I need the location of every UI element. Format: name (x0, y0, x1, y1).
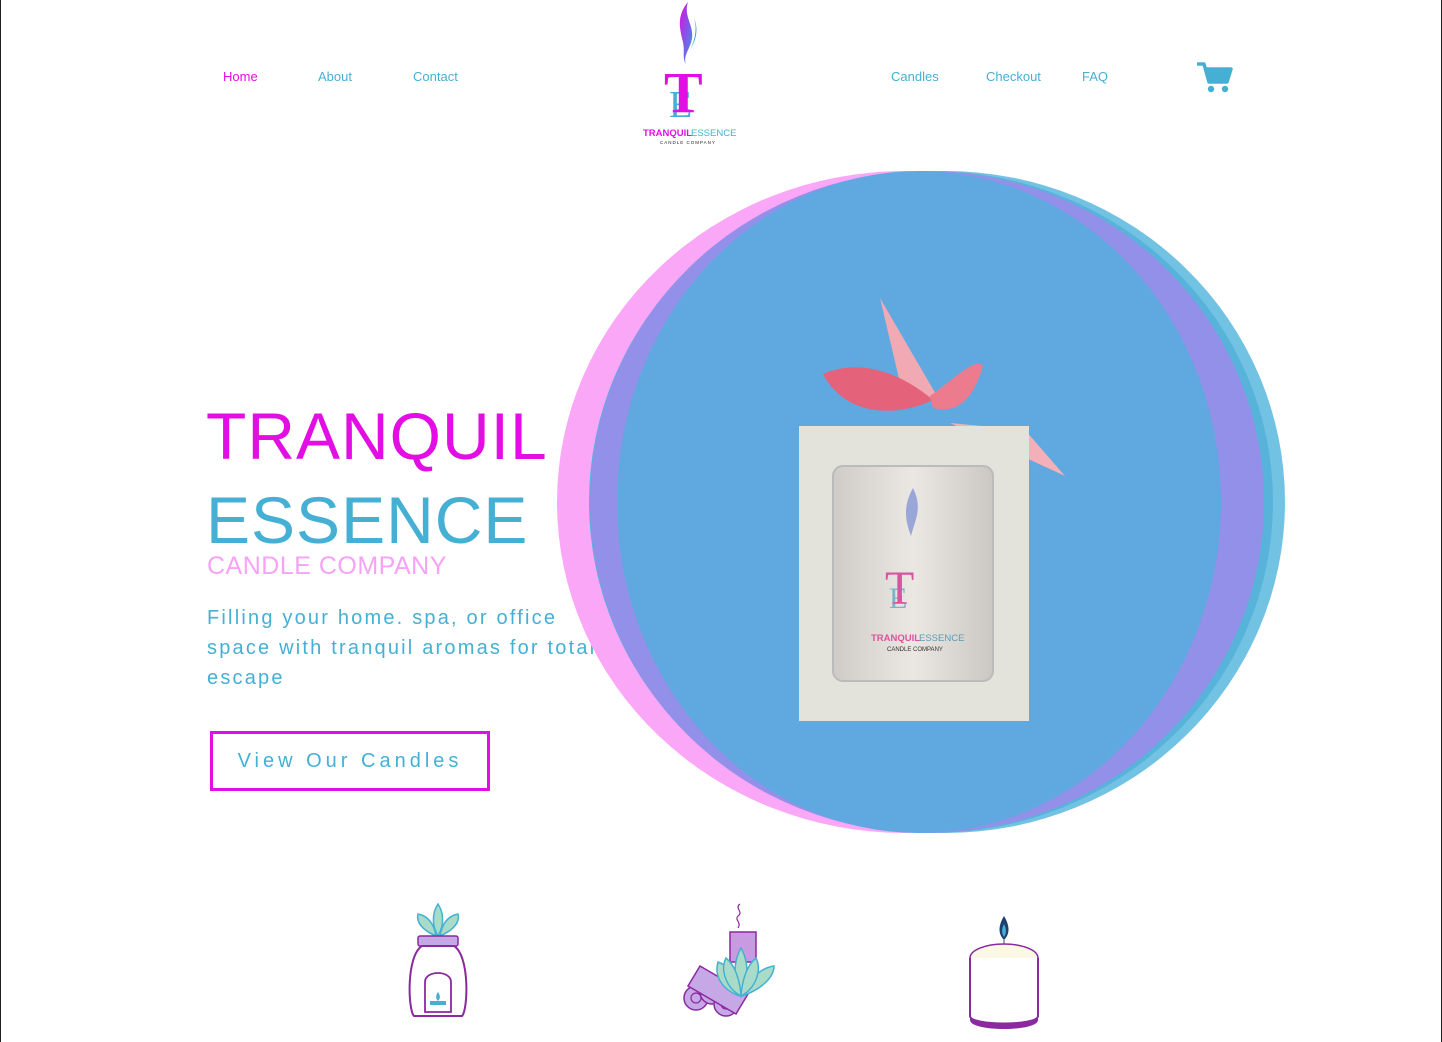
product-label-sub: CANDLE COMPANY (887, 647, 943, 653)
product-label-brand1: TRANQUIL (871, 633, 920, 644)
nav-faq[interactable]: FAQ (1082, 69, 1108, 84)
hero-title-line1: TRANQUIL (206, 399, 548, 473)
nav-about[interactable]: About (318, 69, 352, 84)
nav-candles[interactable]: Candles (891, 69, 939, 84)
flame-icon (679, 2, 697, 64)
logo-brand-part2: ESSENCE (691, 128, 736, 139)
logo-brand-part1: TRANQUIL (643, 128, 692, 139)
hero-tagline: Filling your home. spa, or office space … (207, 607, 597, 689)
hero-subtitle: CANDLE COMPANY (207, 552, 447, 580)
candle-icon (969, 916, 1039, 1029)
view-candles-button[interactable]: View Our Candles (210, 731, 490, 791)
product-label-brand2: ESSENCE (919, 633, 964, 644)
nav-checkout[interactable]: Checkout (986, 69, 1041, 84)
incense-lotus-icon (683, 903, 775, 1017)
logo-brand-sub: CANDLE COMPANY (660, 140, 716, 145)
shopping-cart-icon[interactable] (1197, 60, 1233, 94)
product-monogram-t: T (885, 562, 914, 615)
logo-monogram-t: T (664, 60, 703, 125)
oil-diffuser-icon (408, 902, 468, 1017)
nav-contact[interactable]: Contact (413, 69, 458, 84)
hero-title-line2: ESSENCE (206, 483, 529, 557)
brand-logo[interactable]: E T TRANQUIL ESSENCE CANDLE COMPANY (636, 0, 740, 150)
hero-product-image: E T TRANQUIL ESSENCE CANDLE COMPANY (557, 171, 1285, 833)
nav-home[interactable]: Home (223, 69, 258, 84)
candle-box: E T TRANQUIL ESSENCE CANDLE COMPANY (799, 426, 1029, 721)
